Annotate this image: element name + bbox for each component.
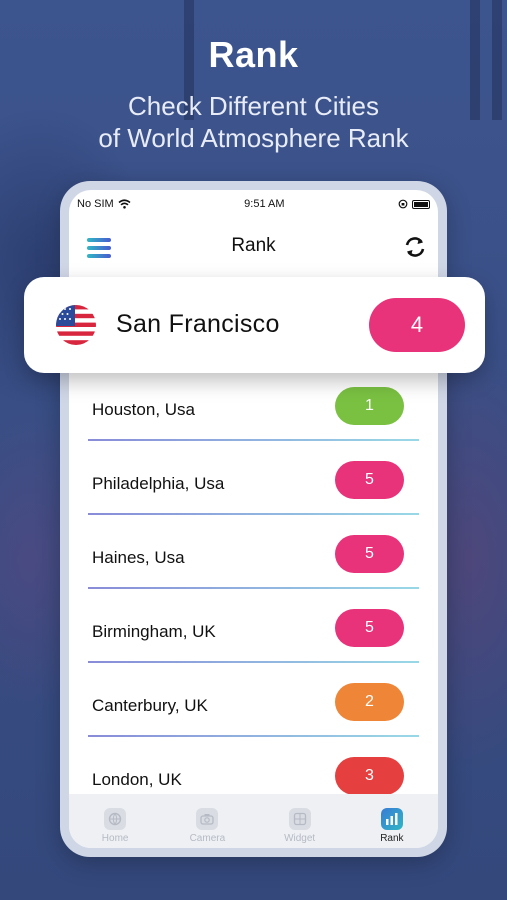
rank-badge[interactable]: 1 <box>335 387 404 425</box>
row-divider <box>88 735 419 737</box>
tab-camera[interactable]: Camera <box>172 808 242 844</box>
city-name: Haines, Usa <box>92 548 185 567</box>
promo-subtitle-line-1: Check Different Cities <box>128 91 379 121</box>
usa-flag-icon <box>56 305 96 345</box>
refresh-icon[interactable] <box>402 234 428 260</box>
list-item[interactable]: Canterbury, UK 2 <box>69 678 438 752</box>
rank-badge[interactable]: 5 <box>335 609 404 647</box>
city-name: Canterbury, UK <box>92 696 208 715</box>
rank-badge[interactable]: 2 <box>335 683 404 721</box>
featured-rank-badge[interactable]: 4 <box>369 298 465 352</box>
tab-label: Home <box>101 833 129 844</box>
promo-title: Rank <box>208 34 299 75</box>
tab-label: Widget <box>284 833 316 844</box>
tab-rank[interactable]: Rank <box>357 808 427 844</box>
status-time: 9:51 AM <box>244 198 285 210</box>
battery-icon <box>411 199 430 209</box>
bottom-tab-bar: Home Camera Widget Rank <box>69 794 438 848</box>
featured-city-name: San Francisco <box>116 310 280 338</box>
tab-label: Camera <box>189 833 226 844</box>
app-bar-title: Rank <box>231 235 276 256</box>
status-bar: No SIM 9:51 AM <box>69 190 438 218</box>
list-item[interactable]: Birmingham, UK 5 <box>69 604 438 678</box>
rank-badge[interactable]: 5 <box>335 535 404 573</box>
carrier-label: No SIM <box>77 198 114 210</box>
camera-icon <box>196 808 219 830</box>
city-name: Houston, Usa <box>92 400 195 419</box>
city-rank-list: Houston, Usa 1 Philadelphia, Usa 5 Haine… <box>69 382 438 826</box>
promo-subtitle: Check Different Cities of World Atmosphe… <box>0 90 507 154</box>
tab-label: Rank <box>380 833 404 844</box>
city-name: Philadelphia, Usa <box>92 474 225 493</box>
promo-subtitle-line-2: of World Atmosphere Rank <box>98 123 409 153</box>
list-item[interactable]: Haines, Usa 5 <box>69 530 438 604</box>
promo-header: Rank Check Different Cities of World Atm… <box>0 34 507 154</box>
rank-badge[interactable]: 3 <box>335 757 404 795</box>
widget-icon <box>288 808 311 830</box>
tab-home[interactable]: Home <box>80 808 150 844</box>
list-item[interactable]: Philadelphia, Usa 5 <box>69 456 438 530</box>
orientation-lock-icon <box>398 199 408 209</box>
city-name: London, UK <box>92 770 182 789</box>
row-divider <box>88 587 419 589</box>
featured-city-card[interactable]: San Francisco 4 <box>24 277 485 373</box>
globe-icon <box>104 808 127 830</box>
wifi-icon <box>118 199 131 209</box>
row-divider <box>88 661 419 663</box>
city-name: Birmingham, UK <box>92 622 216 641</box>
rank-chart-icon <box>380 808 403 830</box>
row-divider <box>88 513 419 515</box>
hamburger-menu-icon[interactable] <box>87 238 111 258</box>
app-bar: Rank <box>69 218 438 274</box>
rank-badge[interactable]: 5 <box>335 461 404 499</box>
list-item[interactable]: Houston, Usa 1 <box>69 382 438 456</box>
row-divider <box>88 439 419 441</box>
tab-widget[interactable]: Widget <box>265 808 335 844</box>
